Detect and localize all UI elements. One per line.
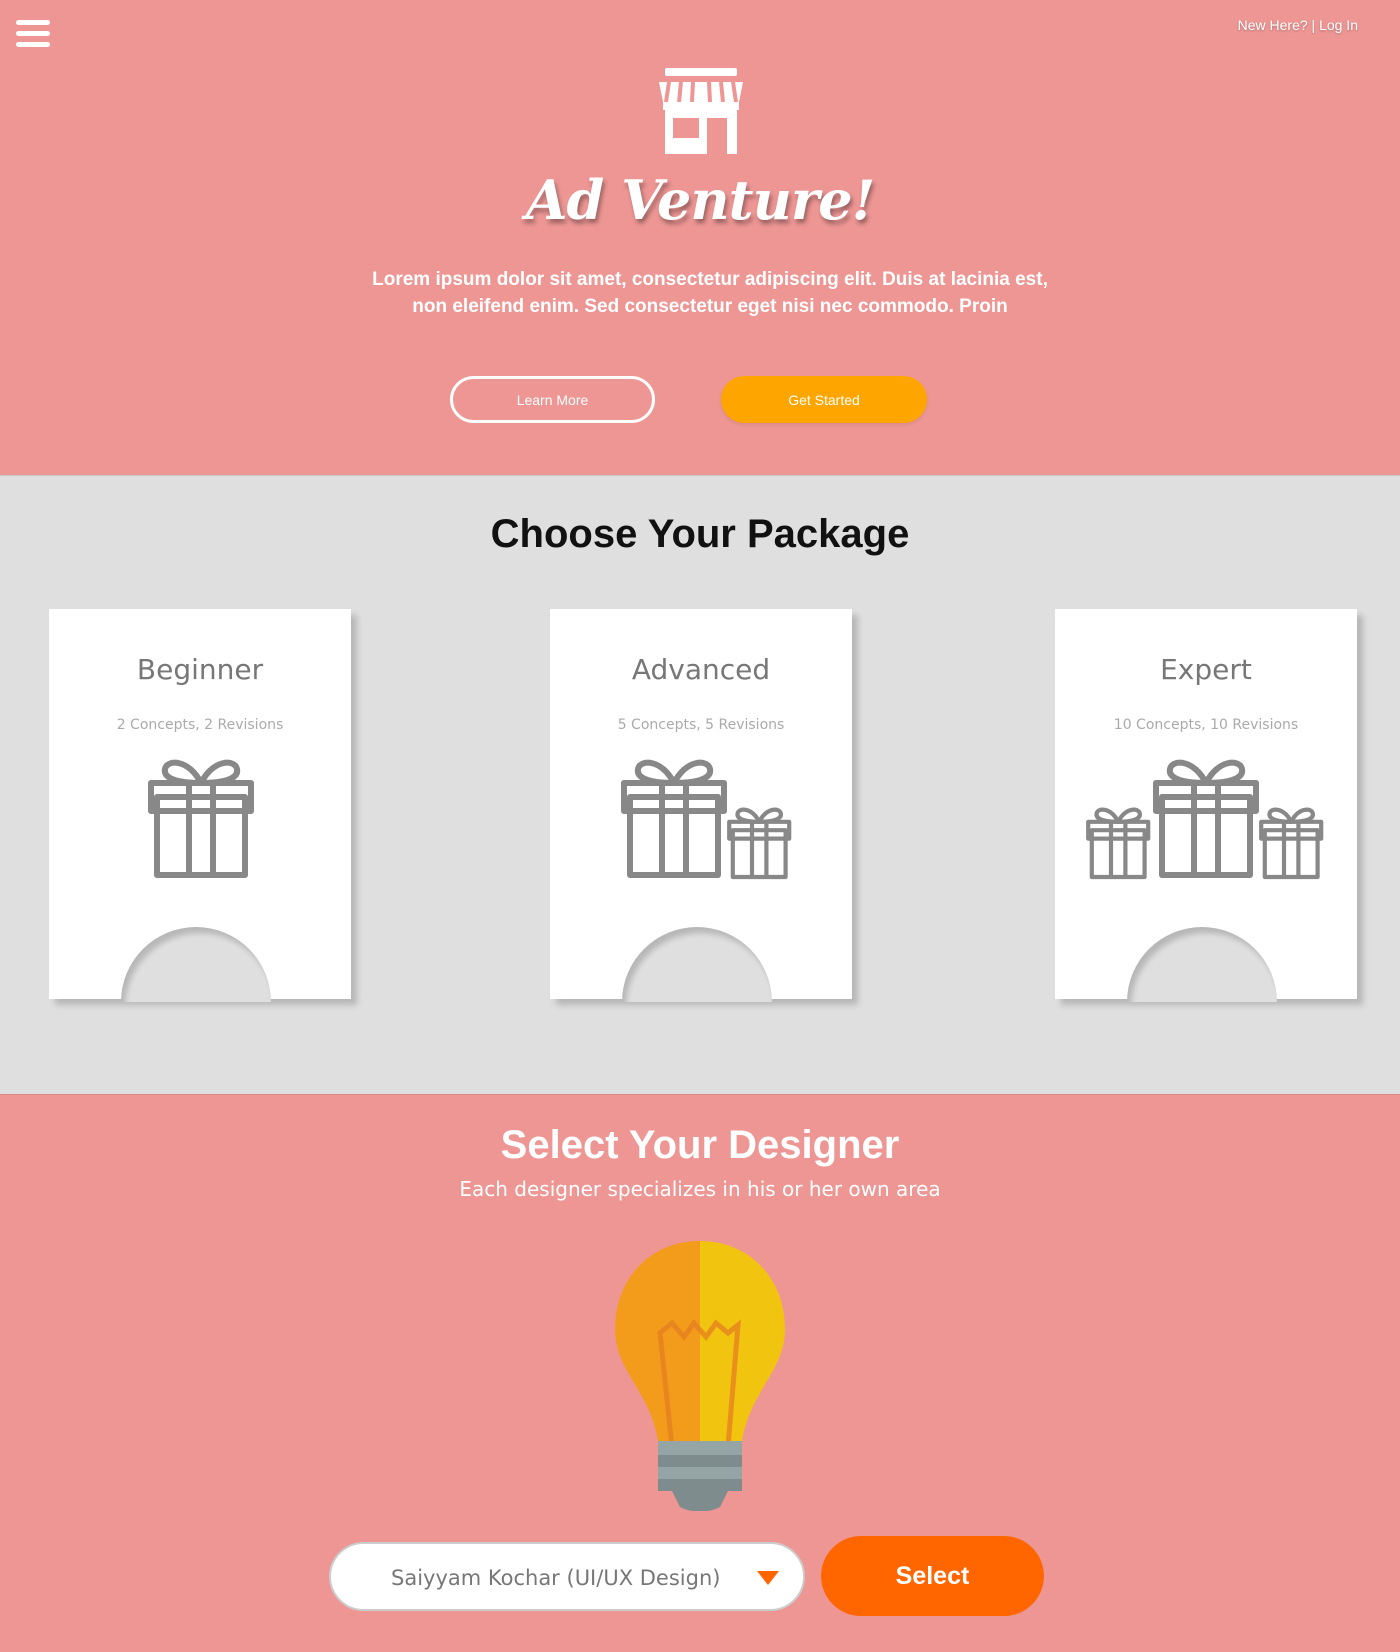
learn-more-button[interactable]: Learn More: [450, 376, 655, 423]
auth-links: New Here? | Log In: [1238, 17, 1358, 33]
link-separator: |: [1307, 17, 1320, 33]
card-notch: [1127, 927, 1277, 1002]
page: New Here? | Log In Ad Venture! Lorem ips…: [0, 0, 1400, 1652]
package-name: Expert: [1160, 653, 1252, 686]
hero-description: Lorem ipsum dolor sit amet, consectetur …: [372, 269, 1048, 317]
card-notch: [622, 927, 772, 1002]
two-gifts-icon: [621, 759, 792, 880]
select-button[interactable]: Select: [821, 1536, 1044, 1616]
single-gift-icon: [148, 759, 254, 878]
package-details: 5 Concepts, 5 Revisions: [617, 717, 785, 733]
three-gifts-icon: [1086, 759, 1324, 880]
packages-title: Choose Your Package: [490, 512, 910, 556]
package-card-beginner[interactable]: Beginner 2 Concepts, 2 Revisions: [49, 609, 351, 1002]
card-notch: [121, 927, 271, 1002]
login-link[interactable]: Log In: [1319, 17, 1358, 33]
package-details: 2 Concepts, 2 Revisions: [116, 717, 284, 733]
package-name: Advanced: [631, 653, 771, 686]
hero-section: New Here? | Log In Ad Venture! Lorem ips…: [0, 0, 1400, 475]
packages-section: Choose Your Package Beginner 2 Concepts,…: [0, 475, 1400, 1095]
signup-link[interactable]: New Here?: [1238, 17, 1308, 33]
designer-title: Select Your Designer: [500, 1123, 900, 1167]
get-started-button[interactable]: Get Started: [721, 376, 927, 423]
lightbulb-icon: [615, 1241, 785, 1511]
hamburger-icon[interactable]: [16, 20, 50, 47]
designer-section: Select Your Designer Each designer speci…: [0, 1094, 1400, 1652]
designer-select-value: Saiyyam Kochar (UI/UX Design): [391, 1566, 721, 1590]
package-details: 10 Concepts, 10 Revisions: [1113, 717, 1299, 733]
chevron-down-icon[interactable]: [757, 1571, 779, 1585]
package-name: Beginner: [136, 653, 264, 686]
package-card-expert[interactable]: Expert 10 Concepts, 10 Revisions: [1055, 609, 1357, 1002]
package-card-advanced[interactable]: Advanced 5 Concepts, 5 Revisions: [550, 609, 852, 1002]
brand-title: Ad Venture!: [525, 168, 876, 232]
storefront-icon: [659, 68, 743, 154]
designer-select[interactable]: Saiyyam Kochar (UI/UX Design): [329, 1542, 805, 1611]
designer-subtitle: Each designer specializes in his or her …: [459, 1177, 941, 1201]
